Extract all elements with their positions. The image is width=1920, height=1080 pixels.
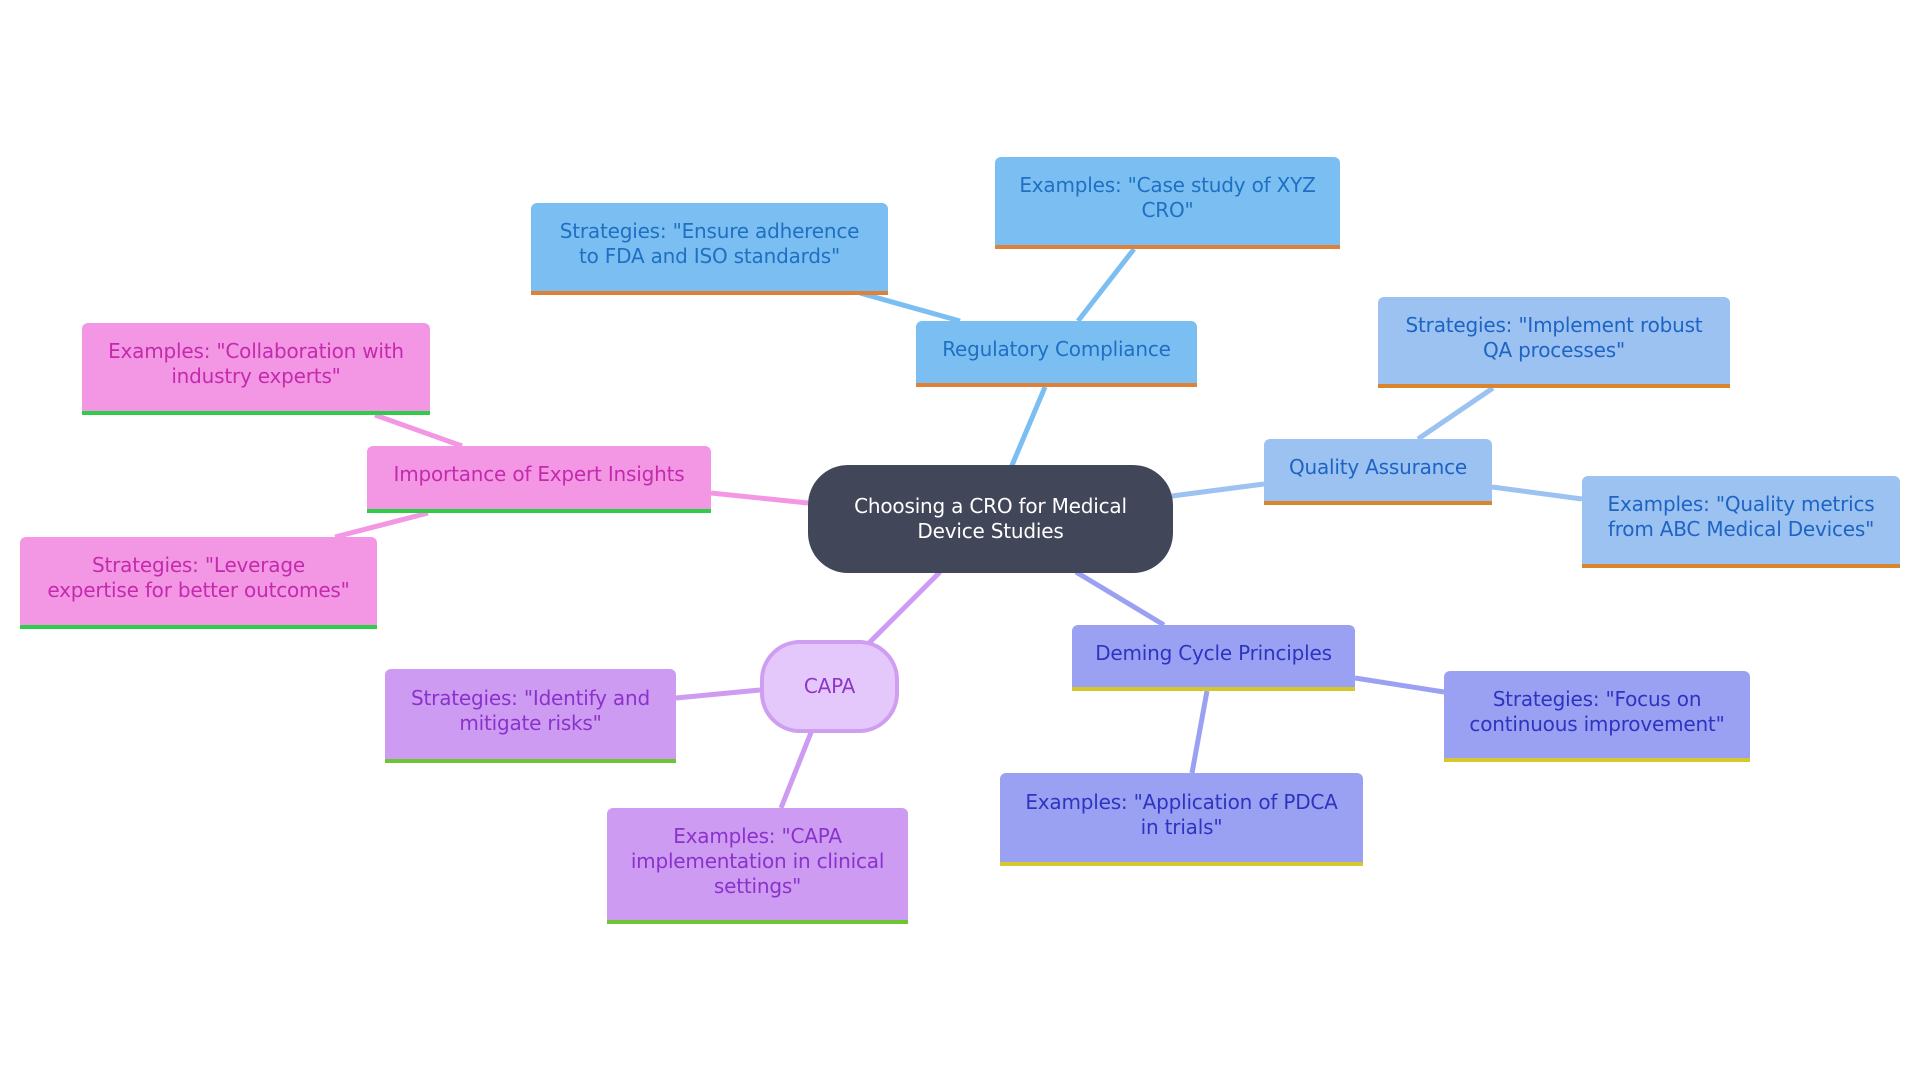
node-expert-strategies[interactable]: Strategies: "Leverage expertise for bett… <box>20 537 377 629</box>
node-deming-cycle[interactable]: Deming Cycle Principles <box>1072 625 1355 691</box>
edge-qa-str <box>1416 385 1495 442</box>
edge-capa-ex <box>778 729 815 809</box>
edge-root-reg <box>1007 386 1048 471</box>
node-quality-assurance[interactable]: Quality Assurance <box>1264 439 1492 505</box>
edge-root-qa <box>1171 481 1265 499</box>
node-label: Deming Cycle Principles <box>1095 640 1332 665</box>
node-label: Strategies: "Identify and mitigate risks… <box>411 686 650 735</box>
edge-dem-ex <box>1189 690 1210 774</box>
edge-capa-str <box>675 687 761 701</box>
root-node[interactable]: Choosing a CRO for Medical Device Studie… <box>808 465 1173 573</box>
node-deming-strategies[interactable]: Strategies: "Focus on continuous improve… <box>1444 671 1750 762</box>
node-label: Examples: "Case study of XYZ CRO" <box>1019 173 1316 222</box>
edge-root-capa <box>866 570 942 646</box>
node-label: Strategies: "Leverage expertise for bett… <box>47 553 350 602</box>
node-quality-strategies[interactable]: Strategies: "Implement robust QA process… <box>1378 297 1730 388</box>
edge-exp-str <box>334 510 429 540</box>
root-label: Choosing a CRO for Medical Device Studie… <box>854 494 1127 543</box>
node-regulatory-compliance[interactable]: Regulatory Compliance <box>916 321 1197 387</box>
node-label: Examples: "Collaboration with industry e… <box>108 339 404 388</box>
node-capa-examples[interactable]: Examples: "CAPA implementation in clinic… <box>607 808 908 924</box>
node-capa-strategies[interactable]: Strategies: "Identify and mitigate risks… <box>385 669 676 763</box>
node-quality-examples[interactable]: Examples: "Quality metrics from ABC Medi… <box>1582 476 1900 568</box>
node-label: Strategies: "Ensure adherence to FDA and… <box>559 219 860 268</box>
node-deming-examples[interactable]: Examples: "Application of PDCA in trials… <box>1000 773 1363 866</box>
edge-reg-str <box>859 290 961 324</box>
node-label: Importance of Expert Insights <box>393 462 685 486</box>
node-capa[interactable]: CAPA <box>760 640 899 733</box>
node-label: Examples: "Quality metrics from ABC Medi… <box>1607 492 1875 541</box>
node-label: Examples: "Application of PDCA in trials… <box>1025 789 1338 839</box>
node-regulatory-examples[interactable]: Examples: "Case study of XYZ CRO" <box>995 157 1340 249</box>
node-label: Quality Assurance <box>1288 454 1468 479</box>
edge-reg-ex <box>1076 247 1136 323</box>
node-label: Strategies: "Focus on continuous improve… <box>1469 686 1725 736</box>
edge-root-exp <box>710 490 809 506</box>
edge-dem-str <box>1354 675 1445 695</box>
node-regulatory-strategies[interactable]: Strategies: "Ensure adherence to FDA and… <box>531 203 888 295</box>
edge-root-dem <box>1074 569 1166 628</box>
node-label: Regulatory Compliance <box>942 336 1171 361</box>
edge-exp-ex <box>374 412 463 449</box>
node-label: CAPA <box>803 674 856 698</box>
edge-qa-ex <box>1491 484 1583 502</box>
node-expert-insights[interactable]: Importance of Expert Insights <box>367 446 711 513</box>
node-label: Examples: "CAPA implementation in clinic… <box>630 823 885 898</box>
node-label: Strategies: "Implement robust QA process… <box>1405 312 1703 362</box>
node-expert-examples[interactable]: Examples: "Collaboration with industry e… <box>82 323 430 415</box>
